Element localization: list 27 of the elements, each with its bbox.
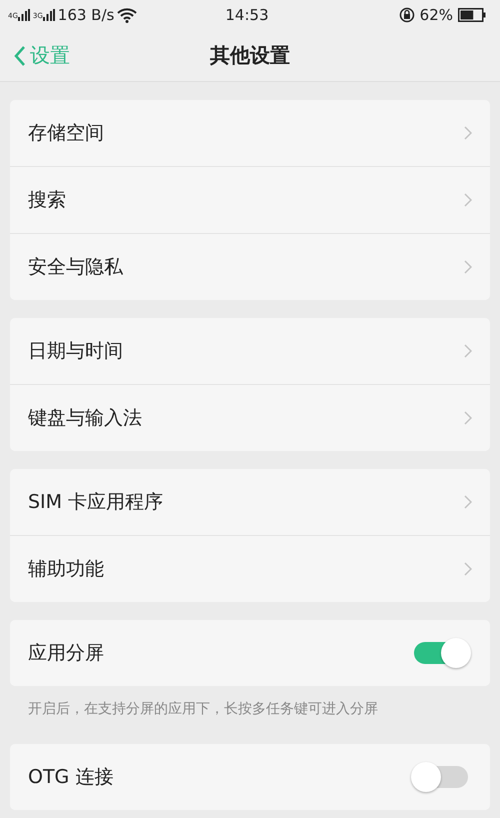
chevron-right-icon: [464, 126, 472, 140]
chevron-right-icon: [464, 193, 472, 207]
settings-item-label[interactable]: SIM 卡应用程序: [28, 489, 164, 515]
settings-item-label[interactable]: 存储空间: [28, 120, 104, 146]
network-speed: 163 B/s: [58, 6, 114, 24]
chevron-right-icon: [464, 562, 472, 576]
rotation-lock-icon: [398, 7, 415, 23]
battery-percent: 62%: [420, 6, 454, 24]
chevron-right-icon: [464, 344, 472, 358]
signal-icon: [18, 9, 30, 21]
settings-item-label[interactable]: 键盘与输入法: [28, 405, 142, 431]
battery-icon: [458, 8, 486, 22]
settings-item-label[interactable]: 辅助功能: [28, 556, 104, 582]
settings-item-label[interactable]: 搜索: [28, 187, 66, 213]
settings-item-label[interactable]: 日期与时间: [28, 338, 123, 364]
clock: 14:53: [225, 6, 269, 24]
wifi-icon: [117, 8, 138, 22]
chevron-right-icon: [464, 260, 472, 274]
chevron-right-icon: [464, 411, 472, 425]
signal-icon: [42, 9, 55, 21]
chevron-left-icon: [14, 44, 26, 66]
page-title: 其他设置: [210, 42, 290, 69]
chevron-right-icon: [464, 495, 472, 509]
settings-item-label[interactable]: 安全与隐私: [28, 254, 123, 280]
description-text: 开启后，在支持分屏的应用下，长按多任务键可进入分屏: [28, 700, 379, 718]
settings-item-label: 应用分屏: [28, 641, 104, 666]
settings-item-label: OTG 连接: [28, 765, 114, 790]
